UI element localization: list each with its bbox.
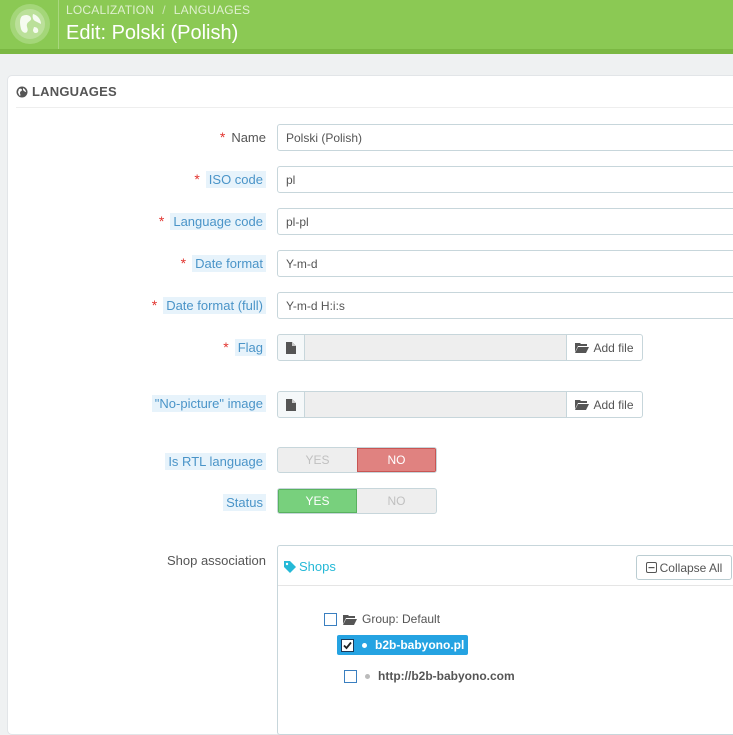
shops-tree-header: Shops Collapse All: [278, 546, 733, 586]
rtl-switch[interactable]: YES NO: [277, 447, 437, 473]
folder-open-icon: [575, 343, 590, 353]
shop-association-label: Shop association: [166, 553, 266, 568]
tree-shop-item[interactable]: http://b2b-babyono.com: [344, 669, 515, 683]
panel-heading: LANGUAGES: [16, 76, 733, 108]
shops-tree-title: Shops: [284, 559, 336, 574]
shop-label: http://b2b-babyono.com: [378, 669, 515, 683]
required-marker: *: [180, 255, 187, 271]
name-label: * Name: [219, 129, 266, 145]
status-label: Status: [223, 494, 266, 511]
shops-tree: Shops Collapse All Group: Default b2b-ba…: [277, 545, 733, 735]
date-format-full-label: * Date format (full): [151, 297, 266, 314]
required-marker: *: [158, 213, 165, 229]
tag-icon: [284, 560, 296, 573]
minus-square-icon: [645, 562, 657, 573]
iso-code-label: * ISO code: [194, 171, 266, 188]
breadcrumb-item-localization[interactable]: LOCALIZATION: [66, 3, 154, 17]
folder-open-icon: [575, 400, 590, 410]
required-marker: *: [223, 339, 229, 355]
iso-code-field[interactable]: pl: [277, 166, 733, 193]
tree-group-default: Group: Default: [324, 612, 440, 626]
rtl-yes-option[interactable]: YES: [278, 448, 357, 472]
shop-checkbox[interactable]: [344, 669, 357, 683]
date-format-full-field[interactable]: Y-m-d H:i:s: [277, 292, 733, 319]
breadcrumb-item-languages[interactable]: LANGUAGES: [174, 3, 251, 17]
rtl-no-option[interactable]: NO: [356, 448, 436, 472]
globe-icon: [10, 4, 50, 44]
shop-checkbox-checked[interactable]: [341, 638, 354, 652]
breadcrumb: LOCALIZATION / LANGUAGES: [66, 3, 250, 17]
flag-file-field[interactable]: [305, 334, 566, 361]
required-marker: *: [219, 129, 226, 145]
page-title: Edit: Polski (Polish): [66, 22, 239, 44]
flag-label: * Flag: [223, 339, 266, 356]
header-bottom-border: [0, 49, 733, 54]
flag-upload: Add file: [277, 334, 643, 361]
file-icon: [277, 391, 305, 418]
no-picture-add-file-button[interactable]: Add file: [566, 391, 643, 418]
page-header: LOCALIZATION / LANGUAGES Edit: Polski (Pol…: [0, 0, 733, 49]
group-checkbox[interactable]: [324, 612, 337, 626]
status-no-option[interactable]: NO: [357, 489, 436, 513]
no-picture-label: "No-picture" image: [151, 395, 266, 412]
language-code-field[interactable]: pl-pl: [277, 208, 733, 235]
shop-label: b2b-babyono.pl: [375, 638, 465, 652]
bullet-icon: [362, 642, 367, 648]
globe-icon: [16, 86, 28, 97]
required-marker: *: [151, 297, 158, 313]
rtl-label: Is RTL language: [165, 453, 266, 470]
header-divider: [58, 0, 59, 49]
status-switch[interactable]: YES NO: [277, 488, 437, 514]
folder-open-icon: [343, 614, 357, 625]
tree-shop-item[interactable]: b2b-babyono.pl: [337, 635, 469, 655]
bullet-icon: [365, 673, 370, 679]
date-format-label: * Date format: [180, 255, 266, 272]
status-yes-option[interactable]: YES: [278, 489, 358, 513]
breadcrumb-separator: /: [162, 3, 166, 17]
name-field[interactable]: Polski (Polish): [277, 124, 733, 151]
panel-heading-label: LANGUAGES: [32, 84, 117, 99]
file-icon: [277, 334, 305, 361]
date-format-field[interactable]: Y-m-d: [277, 250, 733, 277]
language-code-label: * Language code: [158, 213, 266, 230]
flag-add-file-button[interactable]: Add file: [566, 334, 643, 361]
required-marker: *: [194, 171, 200, 187]
group-label: Group: Default: [362, 612, 441, 626]
no-picture-upload: Add file: [277, 391, 643, 418]
no-picture-file-field[interactable]: [305, 391, 566, 418]
collapse-all-button[interactable]: Collapse All: [636, 555, 732, 580]
